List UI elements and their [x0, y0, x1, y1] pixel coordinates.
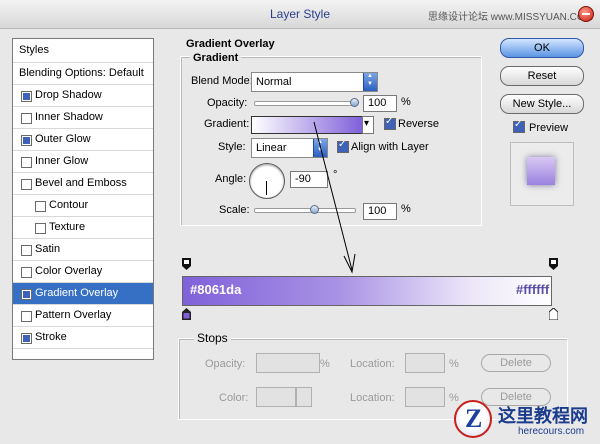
stop-color-arrow-icon[interactable]: [296, 387, 312, 407]
logo-name: 这里教程网: [498, 406, 588, 426]
site-logo: Z 这里教程网 herecours.com: [454, 400, 594, 440]
stop-color-location-input[interactable]: [405, 387, 445, 407]
delete-opacity-stop-button[interactable]: Delete: [481, 354, 551, 372]
stop-location-input[interactable]: [405, 353, 445, 373]
stop-opacity-unit: %: [320, 358, 330, 370]
stop-location-unit: %: [449, 358, 459, 370]
color-stop-right-icon[interactable]: [548, 307, 559, 321]
stop-color-swatch[interactable]: [256, 387, 296, 407]
logo-url: herecours.com: [518, 426, 585, 437]
stops-title: Stops: [194, 331, 231, 345]
opacity-stop-right-icon[interactable]: [549, 258, 558, 270]
stop-opacity-label: Opacity:: [205, 358, 246, 370]
left-color-label: #8061da: [190, 282, 242, 297]
color-stop-left-icon[interactable]: [182, 308, 191, 320]
stop-opacity-input[interactable]: [256, 353, 320, 373]
stop-location-label: Location:: [350, 358, 395, 370]
stop-color-location-label: Location:: [350, 392, 395, 404]
right-color-label: #ffffff: [516, 282, 550, 297]
layer-style-dialog: Layer Style 思缘设计论坛 www.MISSYUAN.COM Styl…: [0, 0, 600, 444]
opacity-stop-left-icon[interactable]: [182, 258, 191, 270]
logo-badge-icon: Z: [454, 400, 492, 438]
stop-color-label: Color:: [219, 392, 249, 404]
